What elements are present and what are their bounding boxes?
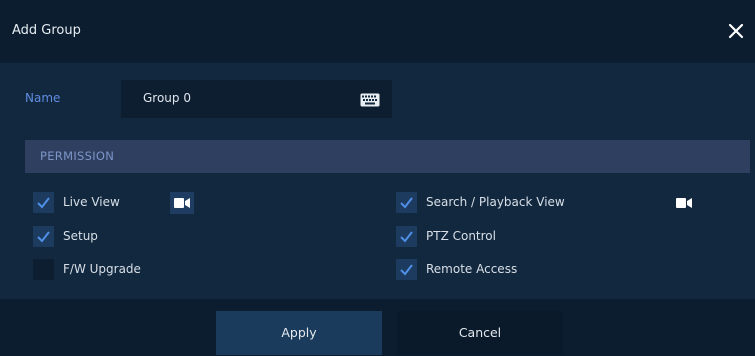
checkbox-label: PTZ Control	[426, 229, 496, 243]
camera-select-button[interactable]	[672, 192, 696, 214]
name-label: Name	[25, 91, 61, 105]
checkbox-ptz-control[interactable]: PTZ Control	[396, 226, 596, 248]
dialog-titlebar: Add Group	[0, 0, 755, 63]
cancel-button[interactable]: Cancel	[397, 311, 563, 355]
name-field[interactable]: Group 0	[121, 80, 392, 118]
checkbox-fw-upgrade[interactable]: F/W Upgrade	[33, 259, 163, 281]
add-group-dialog: Add Group Name Group 0 PERMISSION Live V…	[0, 0, 755, 356]
permission-title: PERMISSION	[40, 149, 115, 163]
checkbox-setup[interactable]: Setup	[33, 226, 163, 248]
checkbox[interactable]	[33, 259, 54, 280]
dialog-title: Add Group	[12, 23, 81, 38]
close-icon[interactable]	[723, 18, 749, 44]
checkbox-label: Remote Access	[426, 262, 518, 276]
checkbox-label: Search / Playback View	[426, 195, 565, 209]
checkbox-remote-access[interactable]: Remote Access	[396, 259, 596, 281]
checkbox-live-view[interactable]: Live View	[33, 192, 163, 214]
checkbox[interactable]	[33, 192, 54, 213]
checkbox[interactable]	[396, 259, 417, 280]
name-field-value[interactable]: Group 0	[143, 91, 191, 105]
camera-select-button[interactable]	[170, 192, 194, 214]
keyboard-icon[interactable]	[360, 92, 380, 107]
checkbox-label: F/W Upgrade	[63, 262, 141, 276]
checkbox[interactable]	[396, 226, 417, 247]
dialog-footer: Apply Cancel	[0, 299, 755, 356]
checkbox[interactable]	[33, 226, 54, 247]
apply-button[interactable]: Apply	[216, 311, 382, 355]
permission-header: PERMISSION	[25, 140, 750, 173]
checkbox-label: Setup	[63, 229, 98, 243]
checkbox-search-playback-view[interactable]: Search / Playback View	[396, 192, 626, 214]
checkbox[interactable]	[396, 192, 417, 213]
checkbox-label: Live View	[63, 195, 120, 209]
